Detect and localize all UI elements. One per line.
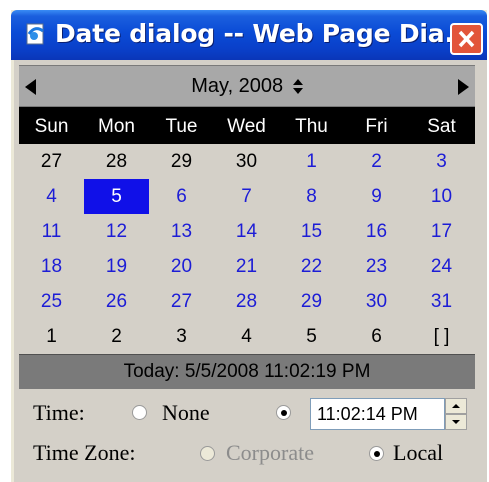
- calendar-day[interactable]: 23: [344, 249, 409, 284]
- day-name-fri: Fri: [365, 116, 388, 137]
- calendar-day[interactable]: 10: [409, 179, 474, 214]
- time-none-radio[interactable]: [132, 405, 147, 420]
- next-month-button[interactable]: [458, 79, 469, 95]
- calendar-day[interactable]: 7: [214, 179, 279, 214]
- calendar-day[interactable]: 22: [279, 249, 344, 284]
- calendar-day[interactable]: 11: [19, 214, 84, 249]
- calendar-day[interactable]: 12: [84, 214, 149, 249]
- calendar-day[interactable]: 30: [344, 284, 409, 319]
- calendar-day[interactable]: 27: [149, 284, 214, 319]
- spin-up-button[interactable]: [445, 398, 467, 414]
- time-none-label: None: [162, 400, 210, 425]
- calendar-day[interactable]: 16: [344, 214, 409, 249]
- calendar-day-other-month[interactable]: 30: [214, 144, 279, 179]
- calendar-day-other-month[interactable]: 27: [19, 144, 84, 179]
- time-value-radio[interactable]: [276, 405, 291, 420]
- close-button[interactable]: [450, 23, 483, 55]
- calendar-day[interactable]: 2: [344, 144, 409, 179]
- calendar-day-other-month[interactable]: 2: [84, 319, 149, 354]
- window-title: Date dialog -- Web Page Dia...: [55, 19, 473, 48]
- calendar-day-other-month[interactable]: 6: [344, 319, 409, 354]
- calendar-day[interactable]: 6: [149, 179, 214, 214]
- month-nav-bar: May, 2008: [19, 65, 475, 107]
- day-name-thu: Thu: [295, 116, 328, 137]
- calendar-grid: 27 28 29 30 1 2 3 4 5 6 7 8 9 10 11 12 13 14 15 16 17 18 19 20 2…: [19, 144, 475, 354]
- calendar-day[interactable]: 28: [214, 284, 279, 319]
- title-bar[interactable]: Date dialog -- Web Page Dia...: [11, 10, 487, 60]
- day-name-mon: Mon: [98, 116, 135, 137]
- calendar-day[interactable]: 19: [84, 249, 149, 284]
- calendar-day[interactable]: 21: [214, 249, 279, 284]
- spin-down-button[interactable]: [445, 414, 467, 430]
- timezone-local-radio[interactable]: [369, 446, 384, 461]
- calendar-day[interactable]: 24: [409, 249, 474, 284]
- month-selector[interactable]: May, 2008: [19, 75, 475, 98]
- today-label: Today: 5/5/2008 11:02:19 PM: [123, 361, 371, 382]
- calendar-day[interactable]: 25: [19, 284, 84, 319]
- calendar-day-other-month[interactable]: 28: [84, 144, 149, 179]
- up-down-arrows-icon[interactable]: [292, 78, 303, 95]
- calendar-day-other-month[interactable]: 29: [149, 144, 214, 179]
- calendar-day[interactable]: 5: [84, 179, 149, 214]
- calendar-day[interactable]: 9: [344, 179, 409, 214]
- calendar-day[interactable]: 20: [149, 249, 214, 284]
- day-of-week-header: Sun Mon Tue Wed Thu Fri Sat: [19, 107, 475, 144]
- calendar-day-other-month[interactable]: 3: [149, 319, 214, 354]
- day-name-sat: Sat: [427, 116, 456, 137]
- calendar-day[interactable]: 26: [84, 284, 149, 319]
- calendar-day-other-month[interactable]: [ ]: [409, 319, 474, 354]
- timezone-label: Time Zone:: [33, 440, 136, 465]
- calendar-day[interactable]: 14: [214, 214, 279, 249]
- today-bar[interactable]: Today: 5/5/2008 11:02:19 PM: [19, 354, 475, 389]
- timezone-corporate-label: Corporate: [226, 440, 314, 465]
- calendar-day-other-month[interactable]: 1: [19, 319, 84, 354]
- calendar-day[interactable]: 13: [149, 214, 214, 249]
- calendar-day[interactable]: 18: [19, 249, 84, 284]
- calendar-day-other-month[interactable]: 4: [214, 319, 279, 354]
- month-year-label: May, 2008: [191, 75, 284, 97]
- time-spinner[interactable]: [445, 398, 467, 430]
- ie-page-icon: [26, 23, 44, 45]
- calendar-day[interactable]: 31: [409, 284, 474, 319]
- day-name-wed: Wed: [227, 116, 266, 137]
- calendar-day-other-month[interactable]: 5: [279, 319, 344, 354]
- day-name-tue: Tue: [165, 116, 198, 137]
- day-name-sun: Sun: [34, 116, 69, 137]
- calendar-day[interactable]: 17: [409, 214, 474, 249]
- time-label: Time:: [33, 400, 85, 425]
- calendar-day[interactable]: 1: [279, 144, 344, 179]
- close-x-icon: [458, 30, 475, 48]
- calendar-day[interactable]: 3: [409, 144, 474, 179]
- calendar-day[interactable]: 15: [279, 214, 344, 249]
- timezone-local-label: Local: [393, 440, 444, 465]
- timezone-corporate-radio: [200, 446, 215, 461]
- time-input[interactable]: 11:02:14 PM: [310, 398, 445, 430]
- calendar-day[interactable]: 8: [279, 179, 344, 214]
- calendar-day[interactable]: 29: [279, 284, 344, 319]
- calendar-day[interactable]: 4: [19, 179, 84, 214]
